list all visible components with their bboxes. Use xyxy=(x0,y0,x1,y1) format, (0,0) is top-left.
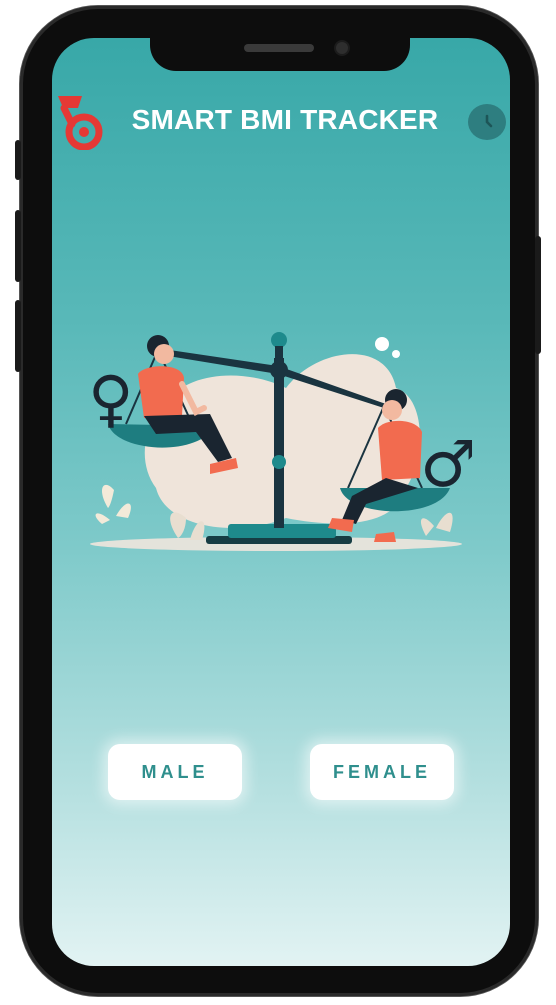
gender-balance-illustration: ♀ ♂ xyxy=(86,328,477,558)
device-notch xyxy=(150,38,410,71)
speaker-grille xyxy=(244,44,314,52)
history-button[interactable] xyxy=(468,104,506,140)
scale-top-knob xyxy=(271,332,287,348)
volume-down-button xyxy=(15,300,21,372)
app-title: SMART BMI TRACKER xyxy=(131,104,439,135)
clock-icon xyxy=(485,114,493,128)
front-camera xyxy=(336,42,348,54)
bubble-tiny xyxy=(392,350,400,358)
plant-left-icon xyxy=(95,484,131,524)
male-button[interactable]: MALE xyxy=(108,744,242,800)
bubble-small xyxy=(375,337,389,351)
scale-pole xyxy=(274,358,284,528)
female-symbol-icon: ♀ xyxy=(88,362,133,435)
bmi-logo-icon xyxy=(56,94,108,151)
mute-switch xyxy=(15,140,21,180)
female-button[interactable]: FEMALE xyxy=(310,744,454,800)
male-symbol-icon: ♂ xyxy=(420,428,472,502)
plant-right-icon xyxy=(420,512,453,536)
power-button xyxy=(535,236,541,354)
volume-up-button xyxy=(15,210,21,282)
scale-joint xyxy=(272,455,286,469)
